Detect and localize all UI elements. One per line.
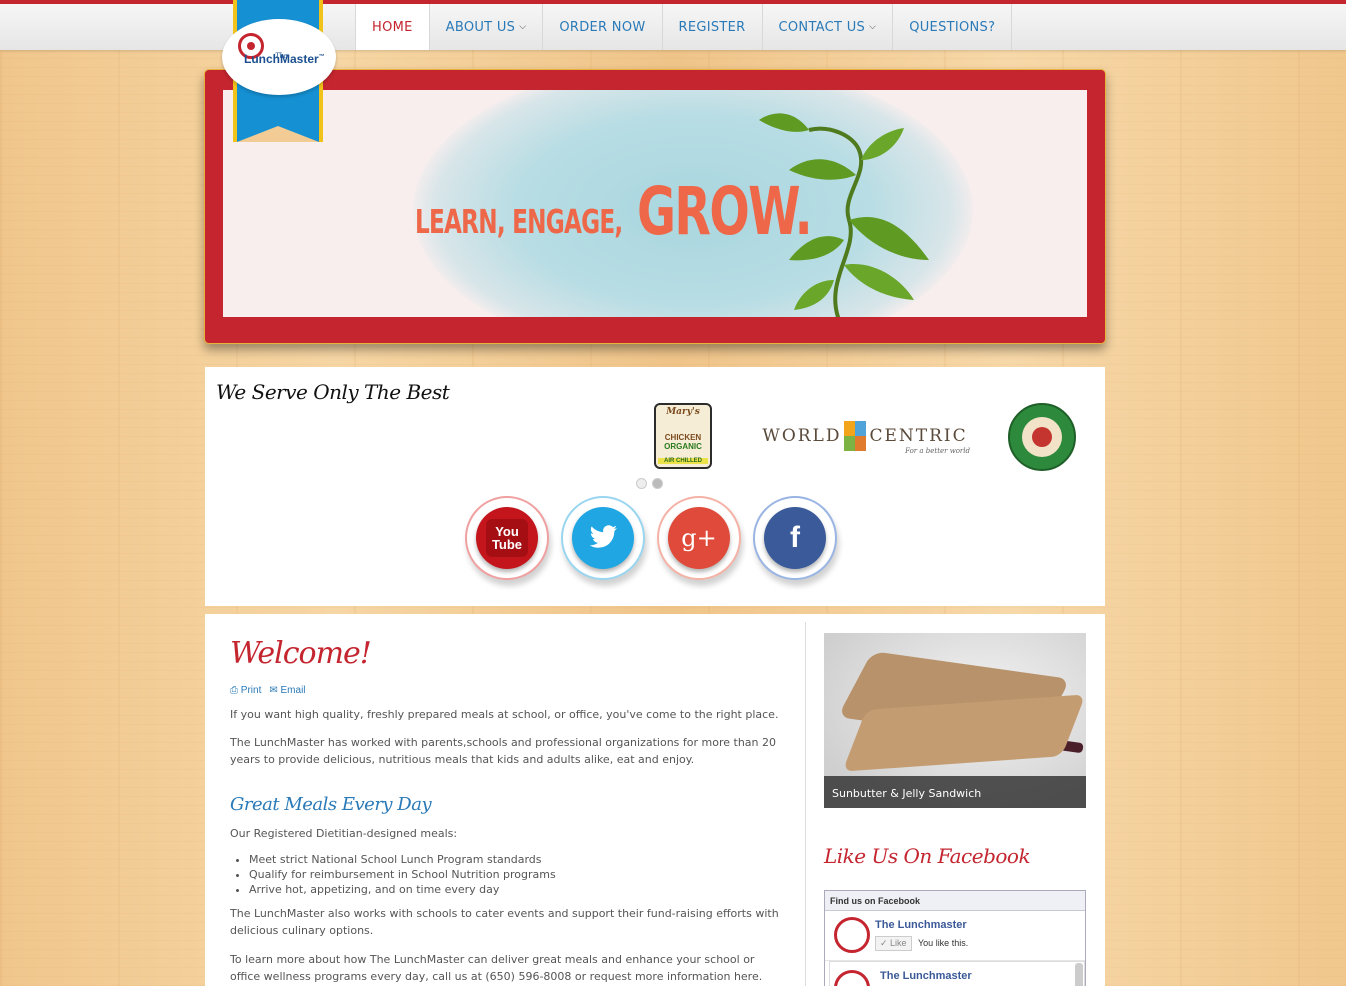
email-link[interactable]: ✉ Email bbox=[269, 685, 305, 696]
chevron-down-icon: ⌵ bbox=[869, 22, 877, 32]
section-subtitle: Great Meals Every Day bbox=[230, 794, 432, 815]
sandwich-image[interactable]: Sunbutter & Jelly Sandwich bbox=[824, 633, 1086, 808]
logo-tm: ™ bbox=[318, 54, 325, 60]
facebook-section-title: Like Us On Facebook bbox=[824, 844, 1031, 868]
fb-page-name[interactable]: The Lunchmaster bbox=[875, 919, 967, 931]
envelope-icon: ✉ bbox=[269, 685, 281, 696]
marys-badge: Mary's CHICKEN ORGANIC AIR CHILLED bbox=[654, 403, 712, 469]
slider-dot-2[interactable] bbox=[652, 478, 663, 489]
logo-name: LunchMaster™ bbox=[244, 52, 325, 66]
list-item: Qualify for reimbursement in School Nutr… bbox=[249, 867, 556, 882]
facebook-button[interactable]: f bbox=[753, 496, 837, 580]
nav-about-label: ABOUT US bbox=[445, 19, 516, 35]
chevron-down-icon: ⌵ bbox=[519, 22, 527, 32]
vine-plant-icon bbox=[759, 113, 929, 317]
nav-register[interactable]: REGISTER bbox=[663, 4, 763, 50]
fb-feed-row: The Lunchmaster bbox=[829, 961, 1085, 986]
twitter-icon bbox=[572, 507, 634, 569]
fb-you-like: You like this. bbox=[918, 938, 969, 948]
avatar bbox=[834, 917, 870, 953]
fb-like-button[interactable]: ✓ Like bbox=[875, 936, 912, 951]
apple-icon bbox=[1032, 427, 1052, 447]
hero-slogan-small: LEARN, ENGAGE, bbox=[415, 202, 623, 242]
marys-brand: Mary's bbox=[666, 407, 700, 417]
willamette-inner bbox=[1022, 417, 1062, 457]
column-divider bbox=[805, 622, 806, 986]
fb-scrollbar[interactable] bbox=[1075, 963, 1083, 986]
nav-home[interactable]: HOME bbox=[355, 4, 430, 50]
ribbon-notch bbox=[237, 126, 319, 142]
wc-world: WORLD bbox=[762, 426, 842, 446]
print-label: Print bbox=[240, 685, 262, 696]
avatar bbox=[834, 970, 870, 986]
main-content: Welcome! ⎙ Print ✉ Email If you want hig… bbox=[205, 614, 1105, 986]
marys-air-chilled: AIR CHILLED bbox=[658, 458, 708, 464]
nav-home-label: HOME bbox=[372, 19, 413, 35]
world-centric-icon bbox=[844, 421, 867, 451]
youtube-tube: Tube bbox=[491, 537, 523, 552]
nav-order-now[interactable]: ORDER NOW bbox=[543, 4, 663, 50]
page-title: Welcome! bbox=[230, 636, 372, 671]
marys-organic: ORGANIC bbox=[664, 442, 702, 451]
facebook-widget: Find us on Facebook The Lunchmaster ✓ Li… bbox=[824, 890, 1086, 986]
hero-banner: LEARN, ENGAGE, GROW. bbox=[204, 69, 1106, 344]
twitter-bird-icon bbox=[589, 525, 617, 548]
article-tools: ⎙ Print ✉ Email bbox=[230, 685, 306, 696]
twitter-button[interactable] bbox=[561, 496, 645, 580]
print-icon: ⎙ bbox=[230, 685, 241, 696]
marys-chicken-logo: Mary's CHICKEN ORGANIC AIR CHILLED bbox=[651, 401, 715, 471]
nav-about-us[interactable]: ABOUT US ⌵ bbox=[430, 4, 544, 50]
facebook-icon: f bbox=[764, 507, 826, 569]
nav-order-label: ORDER NOW bbox=[559, 19, 646, 35]
print-link[interactable]: ⎙ Print bbox=[230, 685, 261, 696]
fb-feed-name[interactable]: The Lunchmaster bbox=[880, 970, 972, 982]
google-plus-glyph: g+ bbox=[681, 524, 717, 552]
marys-chicken: CHICKEN bbox=[664, 433, 702, 442]
wc-tagline: For a better world bbox=[905, 447, 970, 455]
nav-questions-label: QUESTIONS? bbox=[909, 19, 996, 35]
main-nav: HOME ABOUT US ⌵ ORDER NOW REGISTER CONTAC… bbox=[355, 4, 1013, 50]
contact-paragraph: To learn more about how The LunchMaster … bbox=[230, 953, 763, 983]
marys-mid: CHICKEN ORGANIC bbox=[656, 433, 710, 451]
nav-questions[interactable]: QUESTIONS? bbox=[893, 4, 1013, 50]
nav-contact-us[interactable]: CONTACT US ⌵ bbox=[763, 4, 894, 50]
willamette-circle bbox=[1008, 403, 1076, 471]
willamette-farm-logo bbox=[1007, 402, 1077, 472]
facebook-glyph: f bbox=[790, 521, 800, 554]
youtube-icon: You Tube bbox=[476, 507, 538, 569]
google-plus-icon: g+ bbox=[668, 507, 730, 569]
google-plus-button[interactable]: g+ bbox=[657, 496, 741, 580]
logo-name-text: LunchMaster bbox=[244, 52, 319, 66]
image-caption: Sunbutter & Jelly Sandwich bbox=[824, 776, 1086, 808]
world-centric-logo: WORLD CENTRIC For a better world bbox=[760, 411, 970, 461]
nav-register-label: REGISTER bbox=[678, 19, 746, 35]
partners-title: We Serve Only The Best bbox=[216, 380, 450, 404]
nav-contact-label: CONTACT US bbox=[778, 19, 866, 35]
events-paragraph: The LunchMaster also works with schools … bbox=[230, 907, 779, 937]
fb-page-row: The Lunchmaster ✓ Like You like this. bbox=[825, 911, 1085, 961]
list-item: Arrive hot, appetizing, and on time ever… bbox=[249, 882, 556, 897]
youtube-button[interactable]: You Tube bbox=[465, 496, 549, 580]
slider-dot-1[interactable] bbox=[636, 478, 647, 489]
fb-widget-header: Find us on Facebook bbox=[825, 891, 1085, 911]
wc-centric: CENTRIC bbox=[869, 426, 968, 446]
email-label: Email bbox=[280, 685, 306, 696]
history-paragraph: The LunchMaster has worked with parents,… bbox=[230, 736, 777, 766]
site-logo[interactable]: The LunchMaster™ bbox=[222, 19, 336, 95]
meals-intro: Our Registered Dietitian-designed meals: bbox=[230, 827, 458, 840]
hero-image: LEARN, ENGAGE, GROW. bbox=[223, 90, 1087, 317]
youtube-logo: You Tube bbox=[486, 519, 528, 557]
slider-dots bbox=[636, 478, 663, 489]
list-item: Meet strict National School Lunch Progra… bbox=[249, 852, 556, 867]
partners-section: We Serve Only The Best Mary's CHICKEN ORG… bbox=[205, 367, 1105, 606]
intro-paragraph: If you want high quality, freshly prepar… bbox=[230, 708, 779, 721]
meals-list: Meet strict National School Lunch Progra… bbox=[249, 852, 556, 897]
